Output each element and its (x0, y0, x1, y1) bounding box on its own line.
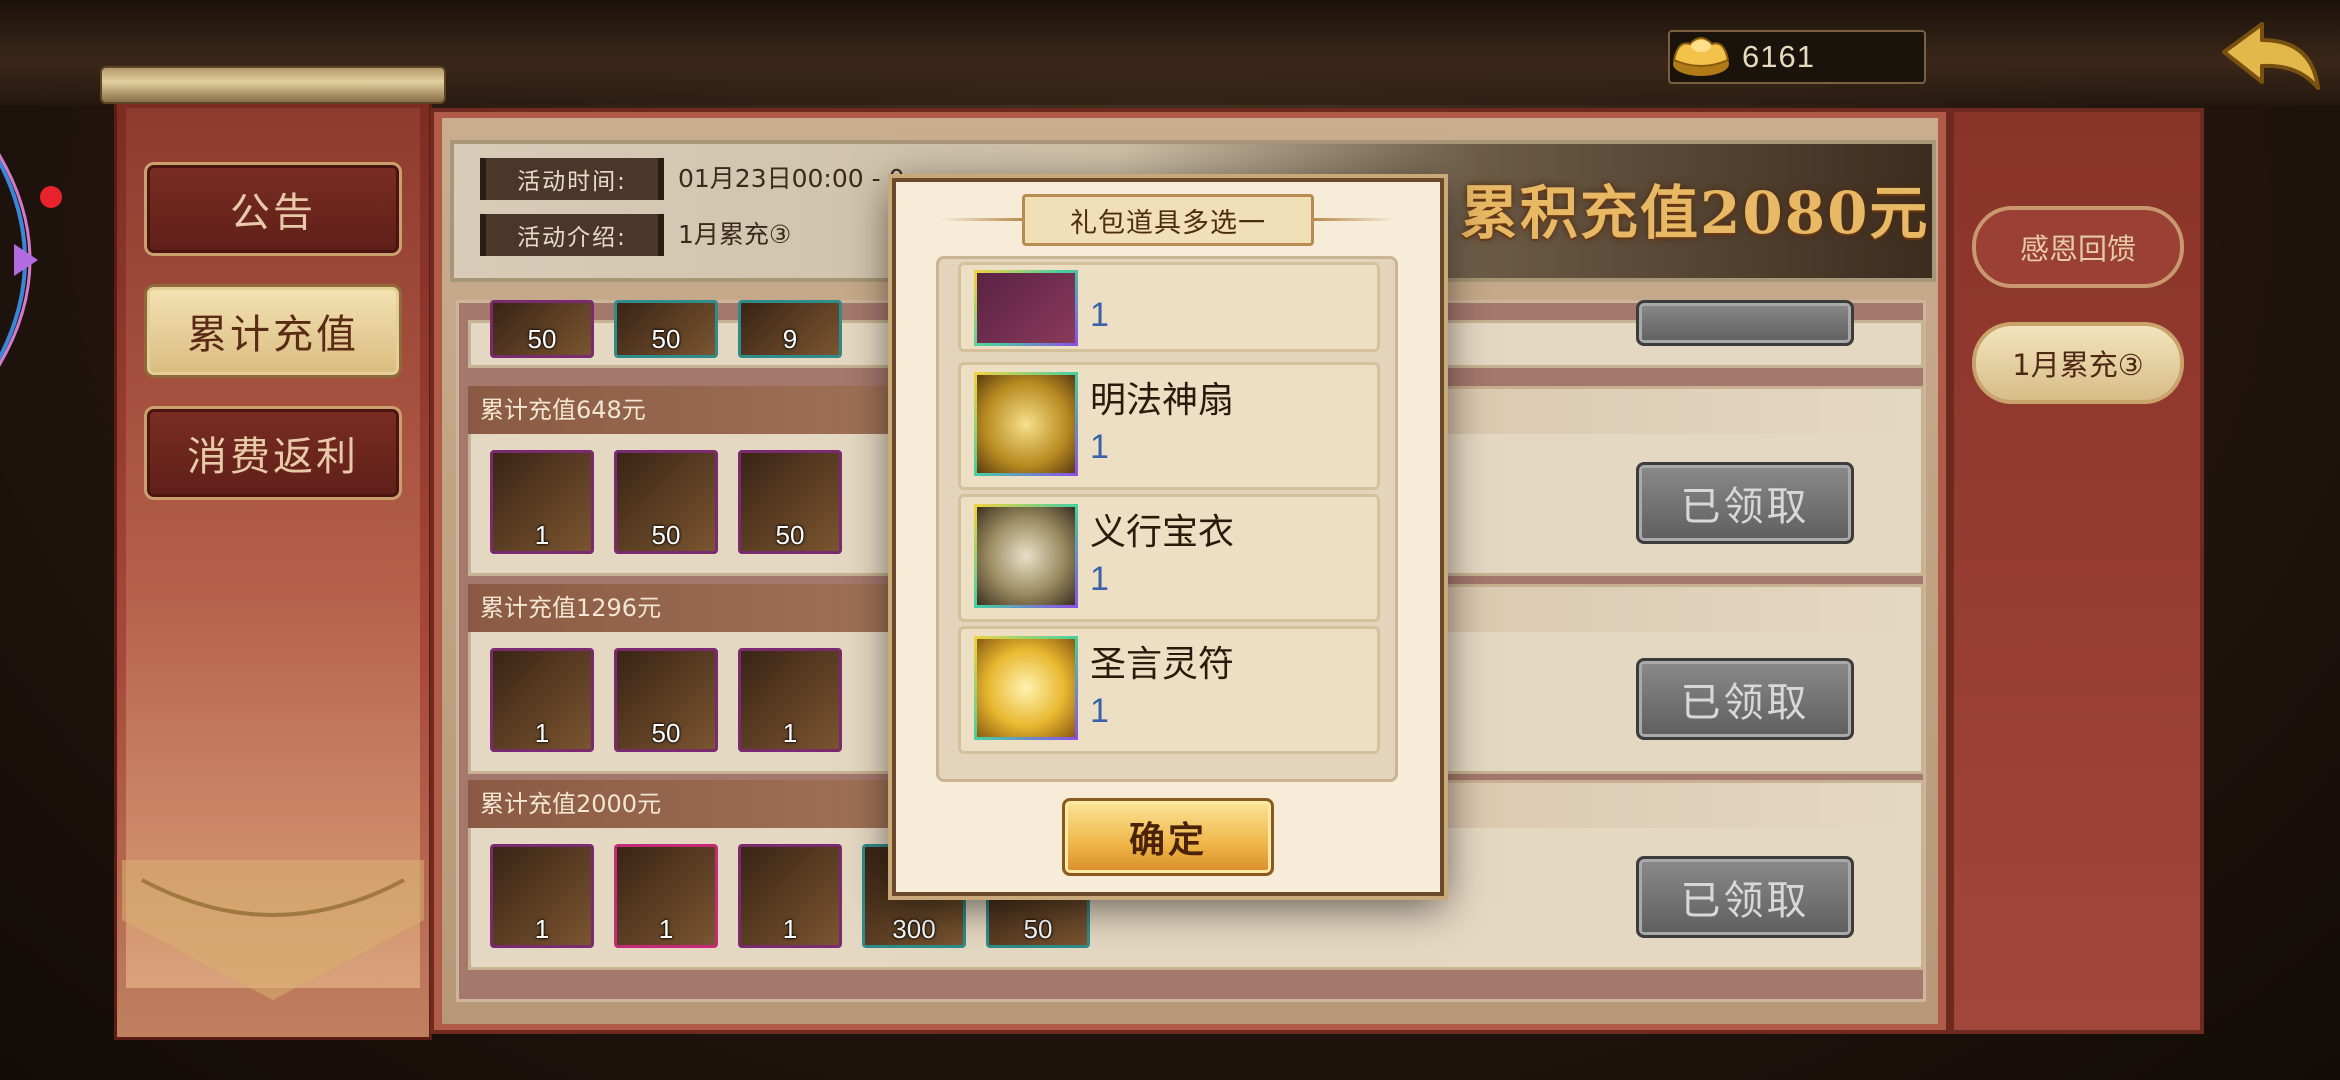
event-intro-label: 活动介绍: (480, 214, 664, 256)
option-name: 义行宝衣 (1090, 512, 1235, 553)
event-intro-value: 1月累充③ (678, 220, 792, 249)
tab-spending-rebate[interactable]: 消费返利 (144, 406, 402, 500)
reward-item[interactable]: 1 (614, 844, 718, 948)
scroll-rod (100, 66, 446, 104)
reward-count: 1 (658, 914, 674, 944)
reward-item[interactable]: 50 (614, 648, 718, 752)
reward-item[interactable]: 50 (490, 300, 594, 358)
tab-announcement[interactable]: 公告 (144, 162, 402, 256)
reward-count: 9 (782, 324, 798, 354)
option-qty: 1 (1090, 428, 1109, 466)
option-qty: 1 (1090, 692, 1109, 730)
banner-title: 累积充值2080元 (1460, 179, 1930, 247)
claimed-button[interactable]: 已领取 (1636, 856, 1854, 938)
title-divider-left (940, 218, 1022, 221)
reward-count: 1 (534, 520, 550, 550)
claimed-button[interactable] (1636, 300, 1854, 346)
reward-count: 50 (651, 520, 681, 550)
reward-item[interactable]: 1 (738, 844, 842, 948)
event-time-value: 01月23日00:00 - 0 (678, 164, 905, 193)
reward-count: 1 (534, 718, 550, 748)
gold-ingot-icon (1672, 37, 1730, 76)
back-arrow-icon[interactable] (2216, 18, 2326, 98)
reward-item[interactable]: 50 (614, 300, 718, 358)
reward-count: 1 (534, 914, 550, 944)
reward-count: 50 (527, 324, 557, 354)
item-icon (974, 270, 1078, 346)
tab-thanksgiving-feedback[interactable]: 感恩回馈 (1972, 206, 2184, 288)
reward-count: 300 (892, 914, 936, 944)
option-name: 圣言灵符 (1090, 644, 1235, 685)
notification-dot (40, 186, 62, 208)
expand-arrow-icon[interactable] (10, 240, 40, 280)
reward-item[interactable]: 50 (614, 450, 718, 554)
tier-title: 累计充值1296元 (480, 594, 662, 622)
option-name: 明法神扇 (1090, 380, 1235, 421)
reward-item[interactable]: 1 (490, 844, 594, 948)
reward-count: 50 (1023, 914, 1053, 944)
talisman-icon (974, 636, 1078, 740)
confirm-button[interactable]: 确定 (1062, 798, 1274, 876)
reward-count: 50 (651, 718, 681, 748)
fan-icon (974, 372, 1078, 476)
claimed-button[interactable]: 已领取 (1636, 658, 1854, 740)
claimed-button[interactable]: 已领取 (1636, 462, 1854, 544)
reward-item[interactable]: 1 (738, 648, 842, 752)
reward-item[interactable]: 9 (738, 300, 842, 358)
reward-count: 50 (651, 324, 681, 354)
reward-item[interactable]: 1 (490, 450, 594, 554)
reward-count: 1 (782, 718, 798, 748)
title-divider-right (1314, 218, 1396, 221)
reward-item[interactable]: 1 (490, 648, 594, 752)
option-qty: 1 (1090, 560, 1109, 598)
dialog-title: 礼包道具多选一 (1022, 194, 1314, 246)
tab-cumulative-recharge[interactable]: 累计充值 (144, 284, 402, 378)
currency-amount: 6161 (1742, 39, 1815, 74)
reward-count: 50 (775, 520, 805, 550)
tier-title: 累计充值648元 (480, 396, 646, 424)
tab-january-recharge-3[interactable]: 1月累充③ (1972, 322, 2184, 404)
event-time-label: 活动时间: (480, 158, 664, 200)
tier-title: 累计充值2000元 (480, 790, 662, 818)
option-qty: 1 (1090, 296, 1109, 334)
reward-count: 1 (782, 914, 798, 944)
scroll-tail-ornament (122, 860, 424, 1000)
armor-icon (974, 504, 1078, 608)
reward-item[interactable]: 50 (738, 450, 842, 554)
